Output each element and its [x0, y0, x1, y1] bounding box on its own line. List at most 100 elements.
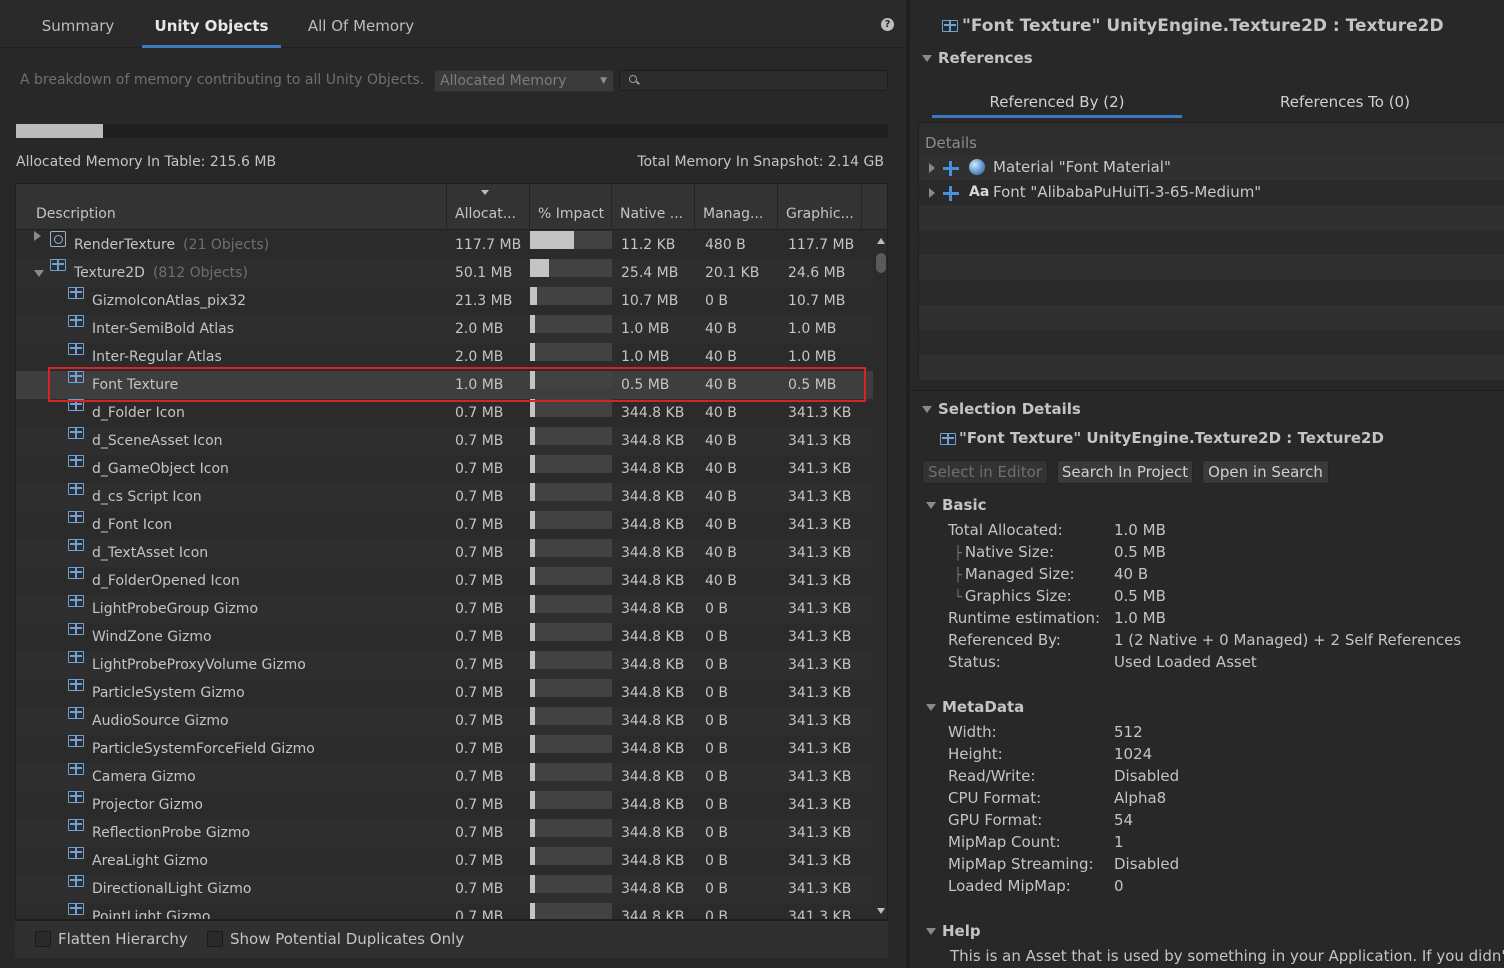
column-managed[interactable]: Manag... [695, 184, 778, 230]
impact-bar [530, 707, 612, 725]
native-cell: 344.8 KB [621, 517, 685, 533]
reference-row-font[interactable]: Aa Font "AlibabaPuHuiTi-3-65-Medium" [919, 180, 1504, 205]
texture2d-icon [942, 20, 958, 32]
managed-cell: 40 B [705, 405, 737, 421]
allocated-cell: 0.7 MB [455, 881, 504, 897]
table-row[interactable]: d_FolderOpened Icon 0.7 MB 344.8 KB 40 B 341… [16, 567, 873, 595]
tab-unity-objects[interactable]: Unity Objects [142, 0, 281, 48]
table-row[interactable]: Camera Gizmo 0.7 MB 344.8 KB 0 B 341.3 KB [16, 763, 873, 791]
row-name: Font Texture [92, 377, 179, 393]
table-row[interactable]: ReflectionProbe Gizmo 0.7 MB 344.8 KB 0 B 34… [16, 819, 873, 847]
graphics-cell: 341.3 KB [788, 853, 852, 869]
impact-bar-fill [530, 903, 535, 919]
open-in-search-button[interactable]: Open in Search [1202, 460, 1329, 484]
tab-referenced-by[interactable]: Referenced By (2) [932, 88, 1182, 118]
table-scrollbar[interactable] [874, 231, 887, 919]
impact-bar-fill [530, 231, 574, 249]
select-in-editor-button[interactable]: Select in Editor [922, 460, 1048, 484]
references-header[interactable]: References [938, 49, 1033, 67]
table-row[interactable]: d_Font Icon 0.7 MB 344.8 KB 40 B 341.3 KB [16, 511, 873, 539]
table-row[interactable]: d_cs Script Icon 0.7 MB 344.8 KB 40 B 341.3 … [16, 483, 873, 511]
texture2d-icon [68, 735, 84, 747]
table-row[interactable]: RenderTexture (21 Objects) 117.7 MB 11.2 KB… [16, 231, 873, 259]
basic-header[interactable]: Basic [942, 496, 987, 514]
texture2d-icon [68, 567, 84, 579]
search-in-project-button[interactable]: Search In Project [1057, 460, 1193, 484]
help-foldout-icon[interactable] [926, 928, 936, 935]
property-label-text: MipMap Count: [948, 833, 1061, 851]
show-duplicates-checkbox[interactable] [207, 931, 223, 947]
managed-cell: 0 B [705, 629, 728, 645]
graphics-cell: 341.3 KB [788, 489, 852, 505]
table-row[interactable]: Inter-Regular Atlas 2.0 MB 1.0 MB 40 B 1.0 M… [16, 343, 873, 371]
native-cell: 344.8 KB [621, 629, 685, 645]
table-row[interactable]: d_GameObject Icon 0.7 MB 344.8 KB 40 B 341.3… [16, 455, 873, 483]
tree-branch-icon: ├ [954, 546, 962, 561]
scroll-thumb[interactable] [876, 253, 886, 273]
metadata-header[interactable]: MetaData [942, 698, 1024, 716]
table-row[interactable]: DirectionalLight Gizmo 0.7 MB 344.8 KB 0 B 3… [16, 875, 873, 903]
help-icon[interactable]: ? [881, 18, 894, 31]
empty-row [919, 280, 1504, 305]
search-input[interactable] [619, 70, 888, 91]
column-impact[interactable]: % Impact [530, 184, 612, 230]
tab-references-to[interactable]: References To (0) [1220, 88, 1470, 116]
table-row[interactable]: d_SceneAsset Icon 0.7 MB 344.8 KB 40 B 341.3… [16, 427, 873, 455]
table-row[interactable]: PointLight Gizmo 0.7 MB 344.8 KB 0 B 341.3 K… [16, 903, 873, 919]
add-reference-icon [941, 159, 961, 177]
expand-arrow-icon[interactable] [929, 188, 935, 198]
flatten-hierarchy-checkbox[interactable] [35, 931, 51, 947]
column-native[interactable]: Native ... [612, 184, 695, 230]
graphics-cell: 341.3 KB [788, 685, 852, 701]
native-cell: 344.8 KB [621, 545, 685, 561]
memory-type-dropdown[interactable]: Allocated Memory ▼ [434, 70, 614, 92]
property-label: Width: [948, 723, 997, 741]
objects-table: Description Allocat... % Impact Native .… [15, 183, 888, 920]
scroll-down-icon[interactable] [877, 908, 885, 914]
managed-cell: 0 B [705, 741, 728, 757]
scroll-up-icon[interactable] [877, 238, 885, 244]
expand-arrow-icon[interactable] [34, 231, 41, 241]
reference-row-material[interactable]: Material "Font Material" [919, 155, 1504, 180]
table-row[interactable]: GizmoIconAtlas_pix32 21.3 MB 10.7 MB 0 B 10.… [16, 287, 873, 315]
expand-arrow-icon[interactable] [929, 163, 935, 173]
column-graphics[interactable]: Graphic... [778, 184, 862, 230]
table-row[interactable]: d_Folder Icon 0.7 MB 344.8 KB 40 B 341.3 KB [16, 399, 873, 427]
table-row[interactable]: AreaLight Gizmo 0.7 MB 344.8 KB 0 B 341.3 KB [16, 847, 873, 875]
font-icon: Aa [969, 184, 990, 200]
dropdown-arrow-icon: ▼ [600, 76, 607, 86]
basic-foldout-icon[interactable] [926, 502, 936, 509]
property-label-text: Width: [948, 723, 997, 741]
property-value: Disabled [1114, 855, 1180, 873]
tab-all-of-memory[interactable]: All Of Memory [298, 0, 424, 48]
row-name: DirectionalLight Gizmo [92, 881, 252, 897]
collapse-arrow-icon[interactable] [34, 270, 44, 277]
allocated-in-table: Allocated Memory In Table: 215.6 MB [16, 154, 277, 170]
table-row[interactable]: Texture2D (812 Objects) 50.1 MB 25.4 MB 20.1… [16, 259, 873, 287]
table-row[interactable]: Inter-SemiBold Atlas 2.0 MB 1.0 MB 40 B 1.0 … [16, 315, 873, 343]
selection-details-foldout-icon[interactable] [922, 406, 932, 413]
selection-details-header[interactable]: Selection Details [938, 400, 1081, 418]
table-row[interactable]: ParticleSystemForceField Gizmo 0.7 MB 344.… [16, 735, 873, 763]
texture2d-icon [68, 623, 84, 635]
property-value: Disabled [1114, 767, 1180, 785]
column-description[interactable]: Description [16, 184, 447, 230]
references-foldout-icon[interactable] [922, 55, 932, 62]
allocated-cell: 21.3 MB [455, 293, 513, 309]
tab-summary[interactable]: Summary [28, 0, 128, 48]
table-row-selected[interactable]: Font Texture 1.0 MB 0.5 MB 40 B 0.5 MB [16, 371, 873, 399]
reference-label: Font "AlibabaPuHuiTi-3-65-Medium" [993, 183, 1262, 201]
table-row[interactable]: AudioSource Gizmo 0.7 MB 344.8 KB 0 B 341.3 … [16, 707, 873, 735]
texture2d-icon [68, 595, 84, 607]
managed-cell: 40 B [705, 321, 737, 337]
texture2d-icon [68, 679, 84, 691]
table-row[interactable]: WindZone Gizmo 0.7 MB 344.8 KB 0 B 341.3 KB [16, 623, 873, 651]
table-row[interactable]: d_TextAsset Icon 0.7 MB 344.8 KB 40 B 341.3 … [16, 539, 873, 567]
impact-bar-fill [530, 483, 535, 501]
metadata-foldout-icon[interactable] [926, 704, 936, 711]
table-row[interactable]: LightProbeProxyVolume Gizmo 0.7 MB 344.8 K… [16, 651, 873, 679]
table-row[interactable]: Projector Gizmo 0.7 MB 344.8 KB 0 B 341.3 KB [16, 791, 873, 819]
help-header[interactable]: Help [942, 922, 981, 940]
table-row[interactable]: LightProbeGroup Gizmo 0.7 MB 344.8 KB 0 B 34… [16, 595, 873, 623]
table-row[interactable]: ParticleSystem Gizmo 0.7 MB 344.8 KB 0 B 341… [16, 679, 873, 707]
